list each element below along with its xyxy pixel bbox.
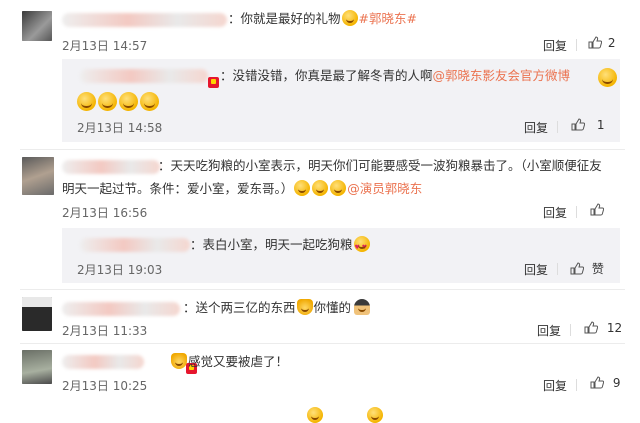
comment-body: ：你就是最好的礼物 [228,11,341,26]
like-count: 2 [607,36,616,50]
user-name[interactable] [62,13,227,27]
heart-eyes-emoji-icon [353,236,370,258]
divider [576,379,577,391]
comment-date: 2月13日 10:25 [62,379,148,393]
cat-emoji-icon [296,299,313,315]
vip-badge-icon [208,77,219,88]
person-emoji-icon [354,299,371,315]
like-count: 1 [596,118,605,132]
thumbs-up-icon [571,118,585,131]
reply-button[interactable]: 回复 [543,37,567,54]
sub-reply-reply-button[interactable]: 回复 [524,261,548,278]
comment-separator [20,149,625,150]
emoji-icon [312,180,329,196]
thumbs-up-icon [590,203,604,216]
like-button[interactable] [590,203,604,217]
comment-text: ：天天吃狗粮的小室表示，明天你们可能要感受一波狗粮暴击了。（小室顺便征友 [158,158,602,173]
like-count: 9 [612,376,621,390]
comment-date: 2月13日 11:33 [62,324,148,338]
sub-reply-text: ：表白小室，明天一起吃狗粮 [190,235,371,258]
grin-emoji-icon [119,92,138,111]
user-name[interactable] [62,355,144,369]
sub-reply-like-button[interactable]: 赞 [570,260,604,277]
emoji-icon [330,180,347,196]
like-label: 赞 [591,262,604,276]
sub-reply-like-button[interactable]: 1 [571,118,604,132]
emoji-icon [341,10,358,26]
comment-date: 2月13日 14:57 [62,39,148,53]
divider [570,324,571,336]
thumbs-up-icon [588,36,602,49]
mention-link[interactable]: @演员郭晓东 [347,181,422,196]
mention-link[interactable]: @郭晓东影友会官方微博 [433,68,571,83]
avatar[interactable] [22,350,52,384]
reply-button[interactable]: 回复 [537,322,561,339]
avatar[interactable] [22,297,52,331]
comment-body: 感觉又要被虐了！ [188,354,289,369]
divider [576,206,577,218]
grin-emoji-icon [597,68,617,87]
thumbs-up-icon [570,262,584,275]
avatar[interactable] [22,157,54,195]
sub-reply-body: ：没错没错，你真是最了解冬青的人啊 [220,68,433,83]
sub-reply-body: ：表白小室，明天一起吃狗粮 [190,237,353,252]
grin-emoji-icon [77,92,96,111]
reply-button[interactable]: 回复 [543,377,567,394]
thumbs-up-icon [590,376,604,389]
comment-date: 2月13日 16:56 [62,206,148,220]
reply-user-name[interactable] [80,238,190,252]
emoji-icon [294,180,311,196]
grin-emoji-icon [98,92,117,111]
reply-button[interactable]: 回复 [543,204,567,221]
comment-text: ：送个两三亿的东西 你懂的 [183,298,371,318]
sub-reply-text: ：没错没错，你真是最了解冬青的人啊@郭晓东影友会官方微博 [220,66,570,86]
cat-emoji-icon [171,353,187,369]
hashtag-link[interactable]: #郭晓东# [359,11,417,26]
grin-emoji-icon [140,92,159,111]
comment-body: ：送个两三亿的东西 [183,300,296,315]
comment-text-line2: 明天一起过节。条件：爱小室，爱东哥。） @演员郭晓东 [62,179,422,199]
like-button[interactable]: 9 [590,376,620,390]
divider [557,121,558,133]
avatar[interactable] [22,11,52,41]
comment-body-tail: 你懂的 [313,300,352,315]
comment-separator [20,289,625,290]
sub-reply-date: 2月13日 19:03 [77,263,163,277]
reply-user-name[interactable] [80,69,208,83]
user-name[interactable] [62,160,160,174]
like-button[interactable]: 12 [584,321,622,335]
sub-reply-reply-button[interactable]: 回复 [524,119,548,136]
sub-reply-date: 2月13日 14:58 [77,121,163,135]
comment-separator [20,343,625,344]
emoji-icon [367,407,384,423]
like-button[interactable]: 2 [588,36,615,50]
like-count: 12 [606,321,623,335]
divider [557,263,558,275]
comment-body: 明天一起过节。条件：爱小室，爱东哥。） [62,181,294,196]
user-name[interactable] [62,302,180,316]
emoji-row [76,92,160,111]
divider [576,39,577,51]
comment-text: 感觉又要被虐了！ [170,352,288,372]
thumbs-up-icon [584,321,598,334]
comment-text: ：你就是最好的礼物 #郭晓东# [228,9,417,29]
emoji-icon [307,407,324,423]
